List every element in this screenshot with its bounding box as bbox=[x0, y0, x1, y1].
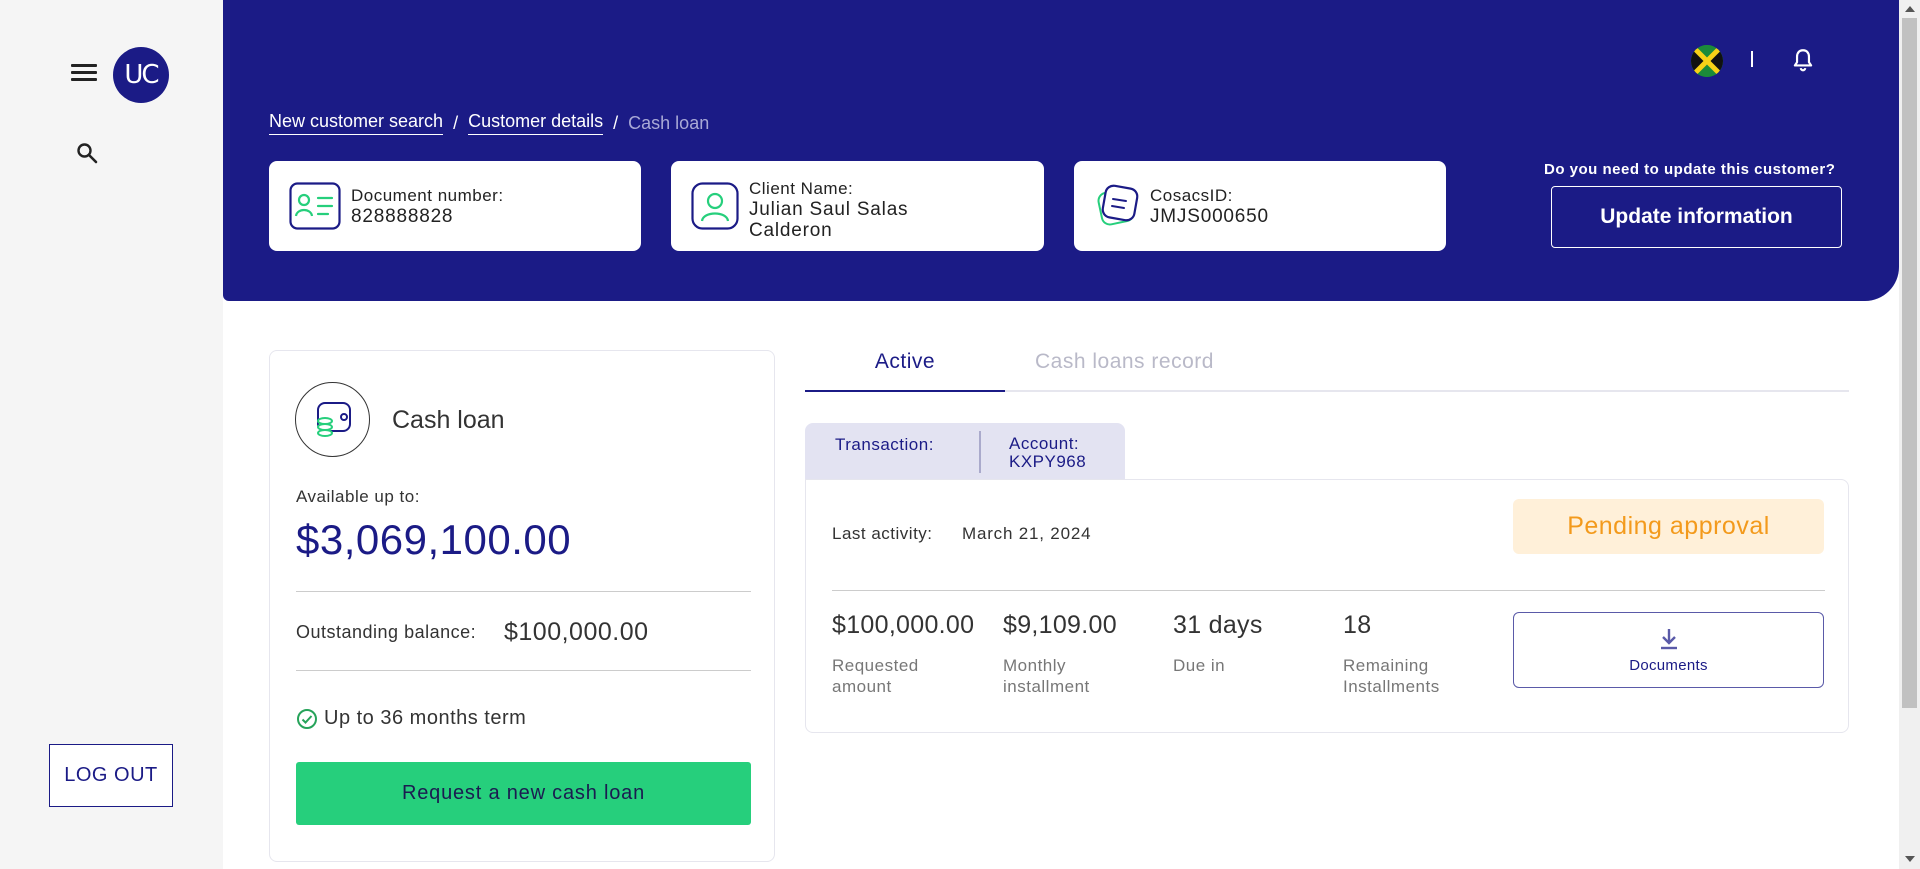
cash-loan-card: Cash loan Available up to: $3,069,100.00… bbox=[269, 350, 775, 862]
search-icon[interactable] bbox=[75, 141, 99, 165]
header-divider bbox=[1751, 51, 1753, 67]
last-activity-label: Last activity: bbox=[832, 524, 933, 543]
divider bbox=[832, 590, 1825, 591]
cosacs-id-value: JMJS000650 bbox=[1150, 205, 1269, 227]
remaining-installments-stat: 18 Remaining Installments bbox=[1343, 611, 1440, 697]
stat-value: 18 bbox=[1343, 611, 1372, 639]
loan-tabs: Active Cash loans record bbox=[805, 338, 1849, 392]
divider bbox=[296, 670, 751, 671]
stat-label: Monthly installment bbox=[1003, 656, 1090, 696]
requested-amount-stat: $100,000.00 Requested amount bbox=[832, 611, 974, 697]
breadcrumb-customer-details[interactable]: Customer details bbox=[468, 111, 604, 135]
available-label: Available up to: bbox=[296, 487, 420, 506]
download-icon bbox=[1660, 628, 1677, 649]
scrollbar[interactable] bbox=[1899, 0, 1920, 869]
tab-active[interactable]: Active bbox=[805, 350, 1005, 392]
document-number-card: Document number: 828888828 bbox=[269, 161, 641, 251]
update-information-button[interactable]: Update information bbox=[1551, 186, 1842, 248]
client-name-card: Client Name: Julian Saul Salas Calderon bbox=[671, 161, 1044, 251]
client-name-value-line2: Calderon bbox=[749, 220, 833, 241]
outstanding-balance-value: $100,000.00 bbox=[504, 618, 649, 646]
transaction-card: Last activity: March 21, 2024 Pending ap… bbox=[805, 479, 1849, 733]
last-activity-value: March 21, 2024 bbox=[962, 524, 1092, 543]
documents-label: Documents bbox=[1629, 656, 1708, 674]
available-amount: $3,069,100.00 bbox=[296, 516, 572, 563]
client-name-value-line1: Julian Saul Salas bbox=[749, 199, 909, 220]
transaction-label: Transaction: bbox=[835, 435, 934, 454]
stat-value: 31 days bbox=[1173, 611, 1263, 639]
user-icon bbox=[691, 182, 739, 230]
term-info: Up to 36 months term bbox=[296, 707, 526, 730]
cosacs-id-label: CosacsID: bbox=[1150, 185, 1233, 205]
document-icon bbox=[1094, 183, 1140, 229]
bell-icon[interactable] bbox=[1790, 47, 1816, 73]
stat-label: Requested amount bbox=[832, 656, 919, 696]
subtab-divider bbox=[979, 431, 981, 473]
logout-button[interactable]: LOG OUT bbox=[49, 744, 173, 807]
breadcrumb-current: Cash loan bbox=[628, 112, 710, 133]
client-name-label: Client Name: bbox=[749, 179, 854, 198]
monthly-installment-stat: $9,109.00 Monthly installment bbox=[1003, 611, 1117, 697]
account-label: Account: bbox=[1009, 434, 1080, 453]
request-cash-loan-button[interactable]: Request a new cash loan bbox=[296, 762, 751, 825]
documents-button[interactable]: Documents bbox=[1513, 612, 1824, 688]
avatar[interactable]: UC bbox=[113, 47, 169, 103]
due-in-stat: 31 days Due in bbox=[1173, 611, 1263, 676]
term-text: Up to 36 months term bbox=[324, 707, 527, 729]
account-info: Account: KXPY968 bbox=[1009, 435, 1086, 471]
flag-icon[interactable] bbox=[1691, 45, 1723, 77]
outstanding-balance-label: Outstanding balance: bbox=[296, 622, 477, 642]
stat-value: $9,109.00 bbox=[1003, 611, 1117, 639]
breadcrumb: New customer search / Customer details /… bbox=[269, 111, 709, 135]
sidebar: UC LOG OUT bbox=[0, 0, 223, 869]
stat-value: $100,000.00 bbox=[832, 611, 975, 639]
tab-cash-loans-record[interactable]: Cash loans record bbox=[1035, 350, 1214, 374]
check-circle-icon bbox=[297, 708, 317, 729]
breadcrumb-separator: / bbox=[453, 112, 459, 133]
scroll-thumb[interactable] bbox=[1902, 18, 1917, 708]
status-badge: Pending approval bbox=[1513, 499, 1824, 554]
cosacs-id-card: CosacsID: JMJS000650 bbox=[1074, 161, 1446, 251]
customer-header bbox=[223, 0, 1920, 301]
breadcrumb-separator: / bbox=[613, 112, 619, 133]
cash-loan-title: Cash loan bbox=[392, 406, 505, 434]
document-number-value: 828888828 bbox=[351, 205, 454, 227]
account-value: KXPY968 bbox=[1009, 452, 1087, 471]
breadcrumb-new-customer-search[interactable]: New customer search bbox=[269, 111, 444, 135]
scroll-up-arrow-icon[interactable] bbox=[1905, 6, 1915, 12]
stat-label: Remaining Installments bbox=[1343, 656, 1440, 696]
cash-loan-icon bbox=[295, 382, 370, 457]
transaction-account-header: Transaction: Account: KXPY968 bbox=[805, 423, 1125, 479]
update-question: Do you need to update this customer? bbox=[1544, 161, 1836, 178]
menu-icon[interactable] bbox=[71, 64, 97, 84]
id-card-icon bbox=[289, 180, 341, 232]
stat-label: Due in bbox=[1173, 656, 1226, 675]
scroll-down-arrow-icon[interactable] bbox=[1905, 856, 1915, 862]
document-number-label: Document number: bbox=[351, 185, 504, 205]
divider bbox=[296, 591, 751, 592]
